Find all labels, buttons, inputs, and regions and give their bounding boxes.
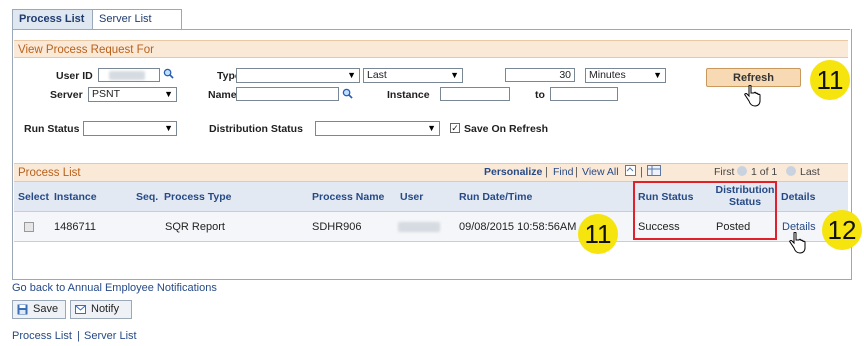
row-run-datetime: 09/08/2015 10:58:56AM: [459, 221, 577, 233]
user-id-input[interactable]: [98, 68, 160, 82]
page-frame: [12, 29, 852, 280]
name-label: Name: [208, 89, 237, 101]
save-icon: [17, 304, 28, 315]
step-callout-refresh: 11: [810, 60, 850, 100]
user-id-lookup-icon[interactable]: [163, 68, 174, 79]
save-on-refresh-label: Save On Refresh: [464, 123, 549, 135]
separator: |: [640, 166, 643, 178]
server-select[interactable]: PSNT ▼: [88, 87, 177, 102]
user-id-label: User ID: [56, 70, 93, 82]
header-run-datetime[interactable]: Run Date/Time: [459, 191, 532, 203]
row-process-type: SQR Report: [165, 221, 225, 233]
highlight-box: [633, 181, 777, 240]
separator: |: [545, 166, 548, 178]
section-title-view-process-request: View Process Request For: [14, 40, 848, 58]
instance-to-label: to: [535, 89, 545, 101]
type-select[interactable]: ▼: [236, 68, 360, 83]
step-callout-details: 12: [822, 210, 862, 250]
save-button[interactable]: Save: [12, 300, 66, 319]
last-label[interactable]: Last: [800, 166, 820, 178]
header-details: Details: [781, 191, 816, 203]
header-user[interactable]: User: [400, 191, 423, 203]
chevron-down-icon: ▼: [653, 70, 662, 80]
header-process-name[interactable]: Process Name: [312, 191, 384, 203]
last-select[interactable]: Last ▼: [363, 68, 463, 83]
header-select: Select: [18, 191, 49, 203]
step-callout-run-status: 11: [578, 214, 618, 254]
hand-cursor-icon: [789, 232, 806, 254]
tab-process-list[interactable]: Process List: [12, 9, 96, 29]
run-status-select[interactable]: ▼: [83, 121, 177, 136]
bottom-server-list-link[interactable]: Server List: [84, 330, 137, 342]
notify-button[interactable]: Notify: [70, 300, 132, 319]
tab-server-list[interactable]: Server List: [92, 9, 182, 29]
save-button-label: Save: [33, 303, 59, 315]
hand-cursor-icon: [744, 85, 761, 107]
separator: |: [77, 330, 80, 342]
instance-from-input[interactable]: [440, 87, 510, 101]
user-id-redacted: [109, 71, 145, 80]
name-lookup-icon[interactable]: [342, 88, 353, 99]
chevron-down-icon: ▼: [450, 70, 459, 80]
header-instance[interactable]: Instance: [54, 191, 97, 203]
last-count-input[interactable]: 30: [505, 68, 575, 82]
notify-button-label: Notify: [91, 303, 120, 315]
server-label: Server: [50, 89, 83, 101]
row-select-checkbox[interactable]: [24, 222, 34, 232]
save-on-refresh-checkbox[interactable]: ✓: [450, 123, 460, 133]
row-range: 1 of 1: [751, 166, 778, 178]
distribution-status-select[interactable]: ▼: [315, 121, 440, 136]
run-status-label: Run Status: [24, 123, 80, 135]
time-unit-select[interactable]: Minutes ▼: [585, 68, 666, 83]
row-user-redacted: [398, 222, 440, 232]
view-all-link[interactable]: View All: [582, 166, 619, 178]
zoom-grid-icon[interactable]: [625, 165, 636, 176]
distribution-status-label: Distribution Status: [209, 123, 303, 135]
name-input[interactable]: [236, 87, 339, 101]
instance-label: Instance: [387, 89, 430, 101]
row-instance: 1486711: [54, 221, 97, 233]
tab-strip: Process List Server List: [12, 9, 850, 30]
chevron-down-icon: ▼: [347, 70, 356, 80]
instance-to-input[interactable]: [550, 87, 618, 101]
chevron-down-icon: ▼: [164, 89, 173, 99]
bottom-process-list-link[interactable]: Process List: [12, 330, 72, 342]
header-seq[interactable]: Seq.: [136, 191, 158, 203]
chevron-down-icon: ▼: [164, 123, 173, 133]
last-select-value: Last: [367, 69, 387, 81]
go-back-link[interactable]: Go back to Annual Employee Notifications: [12, 282, 217, 294]
chevron-down-icon: ▼: [427, 123, 436, 133]
notify-icon: [75, 305, 86, 314]
separator: |: [575, 166, 578, 178]
previous-arrow-icon[interactable]: [737, 166, 747, 176]
first-label[interactable]: First: [714, 166, 734, 178]
personalize-link[interactable]: Personalize: [484, 166, 542, 178]
server-select-value: PSNT: [92, 88, 121, 100]
time-unit-value: Minutes: [589, 69, 626, 81]
row-process-name: SDHR906: [312, 221, 362, 233]
header-process-type[interactable]: Process Type: [164, 191, 232, 203]
download-spreadsheet-icon[interactable]: [647, 165, 661, 176]
next-arrow-icon[interactable]: [786, 166, 796, 176]
find-link[interactable]: Find: [553, 166, 573, 178]
